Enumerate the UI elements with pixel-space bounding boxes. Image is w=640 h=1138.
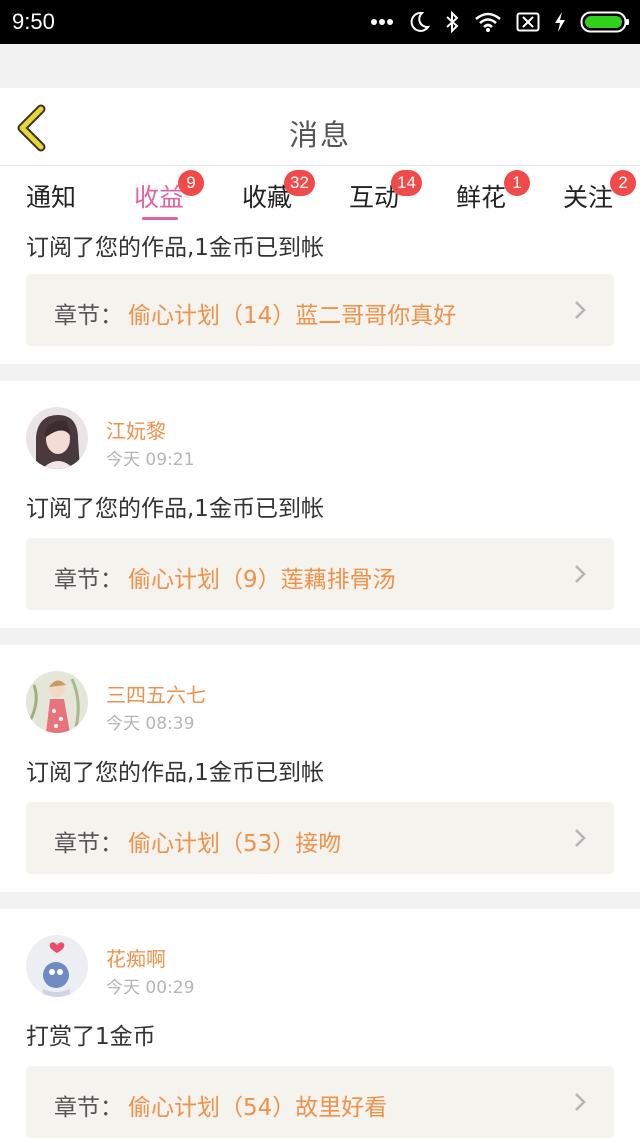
user-name[interactable]: 三四五六七 <box>106 679 206 708</box>
chapter-link[interactable]: 章节： 偷心计划（54）故里好看 <box>26 1066 614 1138</box>
chapter-title: 偷心计划（54）故里好看 <box>128 1095 388 1121</box>
tab-label: 关注 <box>563 183 614 212</box>
chevron-right-icon <box>575 1093 586 1111</box>
message-text: 订阅了您的作品,1金币已到帐 <box>26 235 324 261</box>
tab-interactions[interactable]: 互动 14 <box>349 170 422 214</box>
tab-favorites[interactable]: 收藏 32 <box>242 170 315 214</box>
chapter-label: 章节： <box>54 567 123 593</box>
user-name[interactable]: 江妧黎 <box>106 415 166 444</box>
timestamp: 今天 09:21 <box>106 450 195 470</box>
wifi-icon <box>475 12 501 32</box>
chevron-right-icon <box>575 565 586 583</box>
tab-earnings[interactable]: 收益 9 <box>134 170 204 214</box>
status-icons <box>370 10 630 34</box>
tab-follow[interactable]: 关注 2 <box>563 170 636 214</box>
avatar[interactable] <box>26 935 88 997</box>
chapter-label: 章节： <box>54 1095 123 1121</box>
avatar-image <box>26 671 88 733</box>
chapter-link[interactable]: 章节： 偷心计划（53）接吻 <box>26 802 614 874</box>
timestamp: 今天 00:29 <box>106 978 195 998</box>
chevron-right-icon <box>575 829 586 847</box>
feed-item: 订阅了您的作品,1金币已到帐 章节： 偷心计划（14）蓝二哥哥你真好 <box>0 226 640 364</box>
unread-badge: 2 <box>610 170 636 196</box>
tab-label: 鲜花 <box>456 183 507 212</box>
message-text: 订阅了您的作品,1金币已到帐 <box>26 760 324 786</box>
avatar-image <box>26 407 88 469</box>
chapter-title: 偷心计划（14）蓝二哥哥你真好 <box>128 303 457 329</box>
page-title: 消息 <box>288 118 351 152</box>
more-dots-icon <box>371 19 393 25</box>
charging-icon <box>555 12 565 32</box>
chapter-title: 偷心计划（53）接吻 <box>128 831 342 857</box>
tab-notice[interactable]: 通知 <box>26 178 76 214</box>
feed-item: 江妧黎 今天 09:21 订阅了您的作品,1金币已到帐 章节： 偷心计划（9）莲… <box>0 381 640 628</box>
feed-item: 花痴啊 今天 00:29 打赏了1金币 章节： 偷心计划（54）故里好看 <box>0 909 640 1138</box>
tab-label: 收益 <box>134 183 185 212</box>
unread-badge: 32 <box>284 170 315 196</box>
tab-flowers[interactable]: 鲜花 1 <box>456 170 530 214</box>
sim-x-icon <box>516 12 540 32</box>
chevron-right-icon <box>575 301 586 319</box>
status-time: 9:50 <box>12 9 55 34</box>
avatar[interactable] <box>26 407 88 469</box>
bluetooth-icon <box>446 10 459 34</box>
tab-label: 通知 <box>26 183 77 212</box>
chapter-link[interactable]: 章节： 偷心计划（14）蓝二哥哥你真好 <box>26 274 614 346</box>
screen: 9:50 消息 通知 收益 9 收藏 32 互动 14 鲜花 1 关注 2 订阅… <box>0 0 640 1138</box>
status-gap <box>0 44 640 88</box>
timestamp: 今天 08:39 <box>106 714 195 734</box>
chapter-label: 章节： <box>54 831 123 857</box>
message-text: 订阅了您的作品,1金币已到帐 <box>26 496 324 522</box>
tab-bar: 通知 收益 9 收藏 32 互动 14 鲜花 1 关注 2 <box>0 166 640 226</box>
chapter-title: 偷心计划（9）莲藕排骨汤 <box>128 567 396 593</box>
unread-badge: 1 <box>504 170 530 196</box>
status-bar: 9:50 <box>0 0 640 44</box>
unread-badge: 9 <box>178 170 204 196</box>
avatar-image <box>26 935 88 997</box>
chapter-link[interactable]: 章节： 偷心计划（9）莲藕排骨汤 <box>26 538 614 610</box>
unread-badge: 14 <box>391 170 422 196</box>
message-text: 打赏了1金币 <box>26 1024 156 1050</box>
chapter-label: 章节： <box>54 303 123 329</box>
moon-icon <box>410 11 430 32</box>
header: 消息 <box>0 88 640 166</box>
user-name[interactable]: 花痴啊 <box>106 943 166 972</box>
feed-item: 三四五六七 今天 08:39 订阅了您的作品,1金币已到帐 章节： 偷心计划（5… <box>0 645 640 892</box>
battery-icon <box>580 11 629 33</box>
active-tab-indicator <box>142 217 178 220</box>
avatar[interactable] <box>26 671 88 733</box>
